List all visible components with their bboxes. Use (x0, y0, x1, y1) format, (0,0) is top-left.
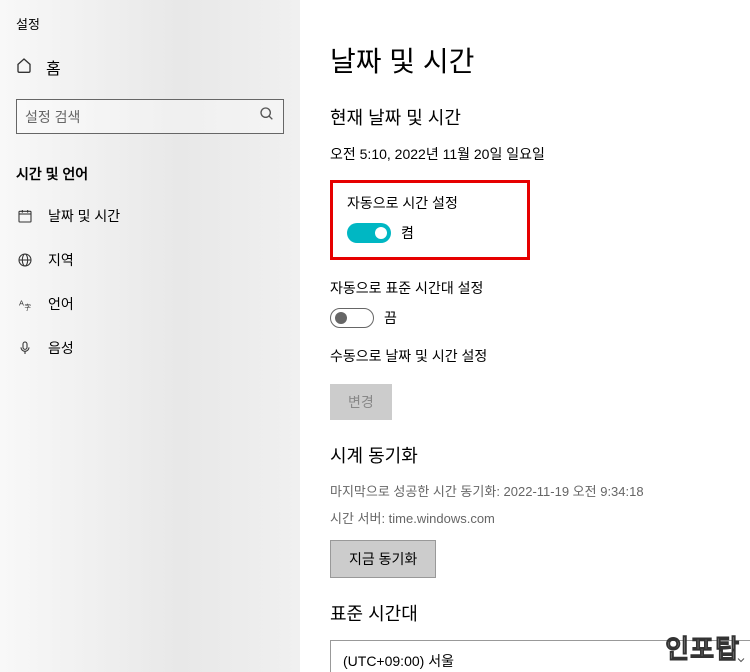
auto-timezone-state: 끔 (384, 308, 397, 328)
sync-now-button[interactable]: 지금 동기화 (330, 540, 436, 578)
home-nav[interactable]: 홈 (0, 45, 300, 89)
sync-last-success: 마지막으로 성공한 시간 동기화: 2022-11-19 오전 9:34:18 (330, 482, 720, 503)
manual-datetime-label: 수동으로 날짜 및 시간 설정 (330, 346, 720, 366)
sidebar-section-label: 시간 및 언어 (0, 144, 300, 194)
auto-time-state: 켬 (401, 223, 414, 243)
sidebar-item-datetime[interactable]: 날짜 및 시간 (0, 194, 300, 238)
auto-timezone-toggle[interactable] (330, 308, 374, 328)
sidebar-item-language[interactable]: A字 언어 (0, 282, 300, 326)
search-icon (259, 106, 275, 127)
sidebar-item-region[interactable]: 지역 (0, 238, 300, 282)
sidebar-item-label: 날짜 및 시간 (48, 206, 120, 226)
manual-datetime-block: 수동으로 날짜 및 시간 설정 변경 (330, 346, 720, 420)
timezone-value: (UTC+09:00) 서울 (343, 651, 454, 671)
page-title: 날짜 및 시간 (330, 40, 720, 80)
svg-text:A: A (19, 298, 24, 307)
search-input[interactable] (25, 109, 259, 125)
calendar-icon (16, 208, 34, 224)
highlight-box: 자동으로 시간 설정 켬 (330, 180, 530, 260)
auto-timezone-block: 자동으로 표준 시간대 설정 끔 (330, 278, 720, 328)
sidebar-item-label: 음성 (48, 338, 74, 358)
sync-heading: 시계 동기화 (330, 442, 720, 468)
svg-text:字: 字 (24, 302, 31, 311)
app-title: 설정 (0, 10, 300, 45)
globe-icon (16, 252, 34, 268)
sync-server: 시간 서버: time.windows.com (330, 509, 720, 530)
microphone-icon (16, 340, 34, 356)
change-button: 변경 (330, 384, 392, 420)
language-icon: A字 (16, 296, 34, 312)
auto-timezone-label: 자동으로 표준 시간대 설정 (330, 278, 720, 298)
watermark: 인포탑 (665, 629, 740, 666)
main-content: 날짜 및 시간 현재 날짜 및 시간 오전 5:10, 2022년 11월 20… (300, 0, 750, 672)
timezone-heading: 표준 시간대 (330, 600, 720, 626)
auto-time-label: 자동으로 시간 설정 (347, 193, 513, 213)
auto-time-toggle[interactable] (347, 223, 391, 243)
current-datetime-heading: 현재 날짜 및 시간 (330, 104, 720, 130)
home-label: 홈 (46, 55, 61, 79)
sidebar-item-label: 지역 (48, 250, 74, 270)
sidebar-item-speech[interactable]: 음성 (0, 326, 300, 370)
sidebar-item-label: 언어 (48, 294, 74, 314)
sidebar: 설정 홈 시간 및 언어 날짜 및 시간 지역 A字 언어 (0, 0, 300, 672)
search-box[interactable] (16, 99, 284, 134)
current-datetime-value: 오전 5:10, 2022년 11월 20일 일요일 (330, 144, 720, 164)
home-icon (16, 57, 32, 78)
